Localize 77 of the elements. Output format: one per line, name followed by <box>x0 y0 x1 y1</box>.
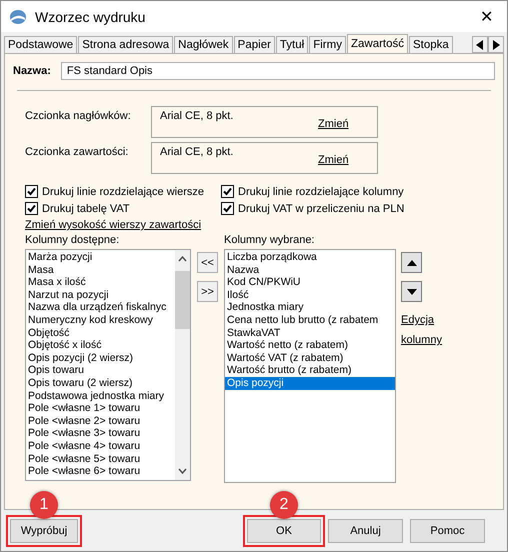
list-item[interactable]: Opis towaru <box>26 364 175 377</box>
dialog-button[interactable]: Anuluj <box>328 518 403 542</box>
scroll-left-button[interactable] <box>472 36 488 53</box>
font-value: Arial CE, 8 pkt. <box>160 146 234 160</box>
list-item[interactable]: Masa <box>26 264 175 276</box>
scrollbar[interactable] <box>175 250 190 480</box>
dialog-button[interactable]: Pomoc <box>410 518 485 542</box>
checkbox[interactable] <box>25 185 38 198</box>
scroll-up-icon <box>178 256 187 262</box>
list-item[interactable]: Pole <własne 2> towaru <box>26 414 175 428</box>
list-item[interactable]: Objętość <box>26 326 175 340</box>
list-item[interactable]: Ilość <box>225 288 395 302</box>
list-item[interactable]: Numeryczny kod kreskowy <box>26 314 175 327</box>
tab[interactable]: Papier <box>234 36 275 53</box>
name-field[interactable]: FS standard Opis <box>60 62 495 80</box>
tab[interactable]: Firmy <box>309 36 346 53</box>
tab[interactable]: Strona adresowa <box>78 36 174 53</box>
move-button[interactable]: << <box>197 252 218 273</box>
list-item[interactable]: Cena netto lub brutto (z rabatem <box>225 314 395 327</box>
tab[interactable]: Nagłówek <box>174 36 233 53</box>
list-item[interactable]: Objętość x ilość <box>26 339 175 352</box>
list-item[interactable]: Narzut na pozycji <box>26 288 175 302</box>
available-columns-list[interactable] <box>25 249 191 481</box>
list-item[interactable]: Jednostka miary <box>225 301 395 314</box>
list-item[interactable]: Wartość VAT (z rabatem) <box>225 352 395 364</box>
edit-columns-link[interactable]: Edycja kolumny <box>401 310 446 350</box>
list-item[interactable]: Opis pozycji (2 wiersz) <box>26 352 175 364</box>
up-triangle-icon <box>406 260 416 266</box>
move-up-button[interactable] <box>401 252 422 273</box>
list-item[interactable]: Masa x ilość <box>26 276 175 289</box>
list-item[interactable]: Nazwa dla urządzeń fiskalnyc <box>26 301 175 314</box>
tab[interactable]: Stopka <box>409 36 453 53</box>
list-item[interactable]: Kod CN/PKWiU <box>225 276 395 289</box>
list-item[interactable]: Nazwa <box>225 264 395 276</box>
checkbox-label: Drukuj VAT w przeliczeniu na PLN <box>238 202 404 214</box>
list-label: Kolumny wybrane: <box>224 234 316 246</box>
list-item[interactable]: Marża pozycji <box>26 251 175 264</box>
left-triangle-icon <box>476 40 484 50</box>
list-item[interactable]: Podstawowa jednostka miary <box>26 390 175 402</box>
change-link[interactable]: Zmień <box>318 154 349 170</box>
list-item[interactable]: Wartość netto (z rabatem) <box>225 339 395 352</box>
list-item[interactable]: StawkaVAT <box>225 326 395 340</box>
close-button[interactable]: ✕ <box>474 6 499 26</box>
change-link[interactable]: Zmień <box>318 118 349 134</box>
move-button[interactable]: >> <box>197 281 218 302</box>
tab[interactable]: Zawartość <box>346 34 408 53</box>
app-logo-icon <box>9 8 27 24</box>
name-label: Nazwa: <box>13 65 51 77</box>
right-triangle-icon <box>492 40 500 50</box>
tab[interactable]: Tytuł <box>276 36 308 53</box>
list-item[interactable]: Liczba porządkowa <box>225 251 395 264</box>
list-item[interactable]: Wartość brutto (z rabatem) <box>225 364 395 377</box>
row-height-link[interactable]: Zmień wysokość wierszy zawartości <box>25 219 202 231</box>
checkbox[interactable] <box>221 202 234 215</box>
list-item[interactable]: Pole <własne 3> towaru <box>26 427 175 440</box>
list-label: Kolumny dostępne: <box>25 234 120 246</box>
list-item[interactable]: Opis pozycji <box>225 376 395 390</box>
tab[interactable]: Podstawowe <box>4 36 78 53</box>
checkbox-label: Drukuj linie rozdzielające kolumny <box>238 186 404 198</box>
font-label: Czcionka zawartości: <box>24 145 130 160</box>
list-item[interactable]: Pole <własne 6> towaru <box>26 465 175 478</box>
font-label: Czcionka nagłówków: <box>24 109 132 124</box>
selected-columns-list[interactable]: Liczba porządkowa Nazwa Kod CN/PKWiU Ilość Jednostka miary Cena netto lub brutto (z rabatem StawkaVAT Wartość netto (z rabatem) Wartość VAT (z rabatem) Wartość brutto (z rabatem) Opis pozycji <box>224 249 396 483</box>
scroll-down-icon <box>178 468 187 474</box>
list-item[interactable]: Pole <własne 4> towaru <box>26 440 175 452</box>
checkbox[interactable] <box>221 185 234 198</box>
checkbox-label: Drukuj linie rozdzielające wiersze <box>42 186 204 198</box>
list-item[interactable]: Opis towaru (2 wiersz) <box>26 376 175 390</box>
scroll-right-button[interactable] <box>488 36 504 53</box>
list-item[interactable]: Pole <własne 5> towaru <box>26 452 175 466</box>
checkbox[interactable] <box>25 202 38 215</box>
font-value: Arial CE, 8 pkt. <box>160 110 234 124</box>
list-item[interactable]: Pole <własne 1> towaru <box>26 402 175 415</box>
checkbox-label: Drukuj tabelę VAT <box>42 202 130 214</box>
down-triangle-icon <box>406 288 416 294</box>
move-down-button[interactable] <box>401 281 422 302</box>
window-title: Wzorzec wydruku <box>35 8 146 24</box>
